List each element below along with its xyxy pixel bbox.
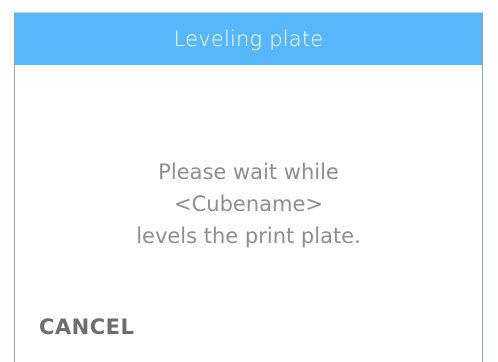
dialog-title: Leveling plate [173, 27, 324, 51]
message-line-2: <Cubename> [174, 192, 323, 216]
dialog-message: Please wait while <Cubename> levels the … [15, 156, 482, 252]
leveling-dialog: Leveling plate Please wait while <Cubena… [14, 12, 483, 362]
message-line-3: levels the print plate. [136, 224, 361, 248]
dialog-header: Leveling plate [15, 13, 482, 65]
cancel-button[interactable]: CANCEL [39, 315, 134, 339]
message-line-1: Please wait while [158, 160, 339, 184]
